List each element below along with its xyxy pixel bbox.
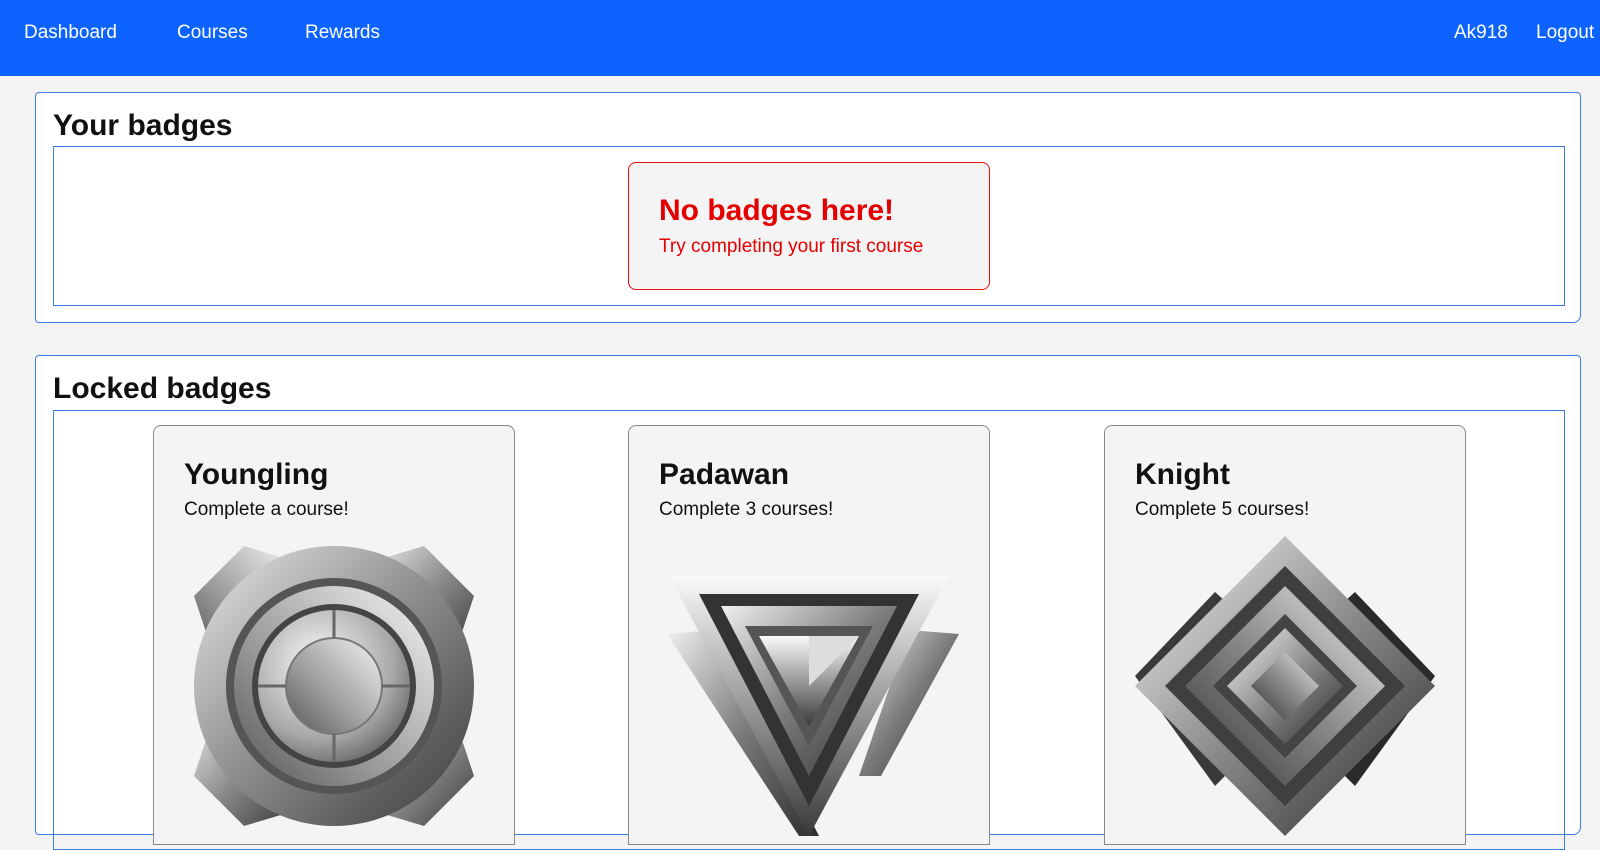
top-navbar: Dashboard Courses Rewards Ak918 Logout (0, 0, 1600, 76)
nav-logout-link[interactable]: Logout (1536, 22, 1594, 44)
locked-badges-section: Locked badges Youngling Complete a cours… (35, 355, 1581, 850)
nav-dashboard-link[interactable]: Dashboard (24, 22, 117, 44)
nav-user-link[interactable]: Ak918 (1454, 22, 1508, 44)
badge-name: Youngling (184, 458, 329, 491)
badge-requirement: Complete 3 courses! (659, 499, 834, 520)
badge-name: Padawan (659, 458, 790, 491)
your-badges-container: No badges here! Try completing your firs… (53, 146, 1565, 306)
your-badges-heading: Your badges (53, 109, 233, 142)
badge-card-youngling: Youngling Complete a course! (153, 425, 515, 845)
diamond-badge-icon (1135, 536, 1435, 836)
no-badges-title: No badges here! (659, 194, 895, 227)
badge-card-knight: Knight Complete 5 courses! (1104, 425, 1466, 845)
no-badges-message: No badges here! Try completing your firs… (628, 162, 990, 290)
locked-badges-container: Youngling Complete a course! Padawan Com… (53, 410, 1565, 850)
badge-card-padawan: Padawan Complete 3 courses! (628, 425, 990, 845)
gear-ring-badge-icon (194, 546, 474, 826)
triangle-badge-icon (667, 576, 959, 836)
no-badges-subtitle: Try completing your first course (659, 236, 924, 257)
nav-courses-link[interactable]: Courses (177, 22, 248, 44)
your-badges-section: Your badges No badges here! Try completi… (35, 92, 1581, 323)
nav-rewards-link[interactable]: Rewards (305, 22, 380, 44)
badge-requirement: Complete 5 courses! (1135, 499, 1310, 520)
badge-name: Knight (1135, 458, 1230, 491)
locked-badges-heading: Locked badges (53, 372, 272, 405)
badge-requirement: Complete a course! (184, 499, 349, 520)
